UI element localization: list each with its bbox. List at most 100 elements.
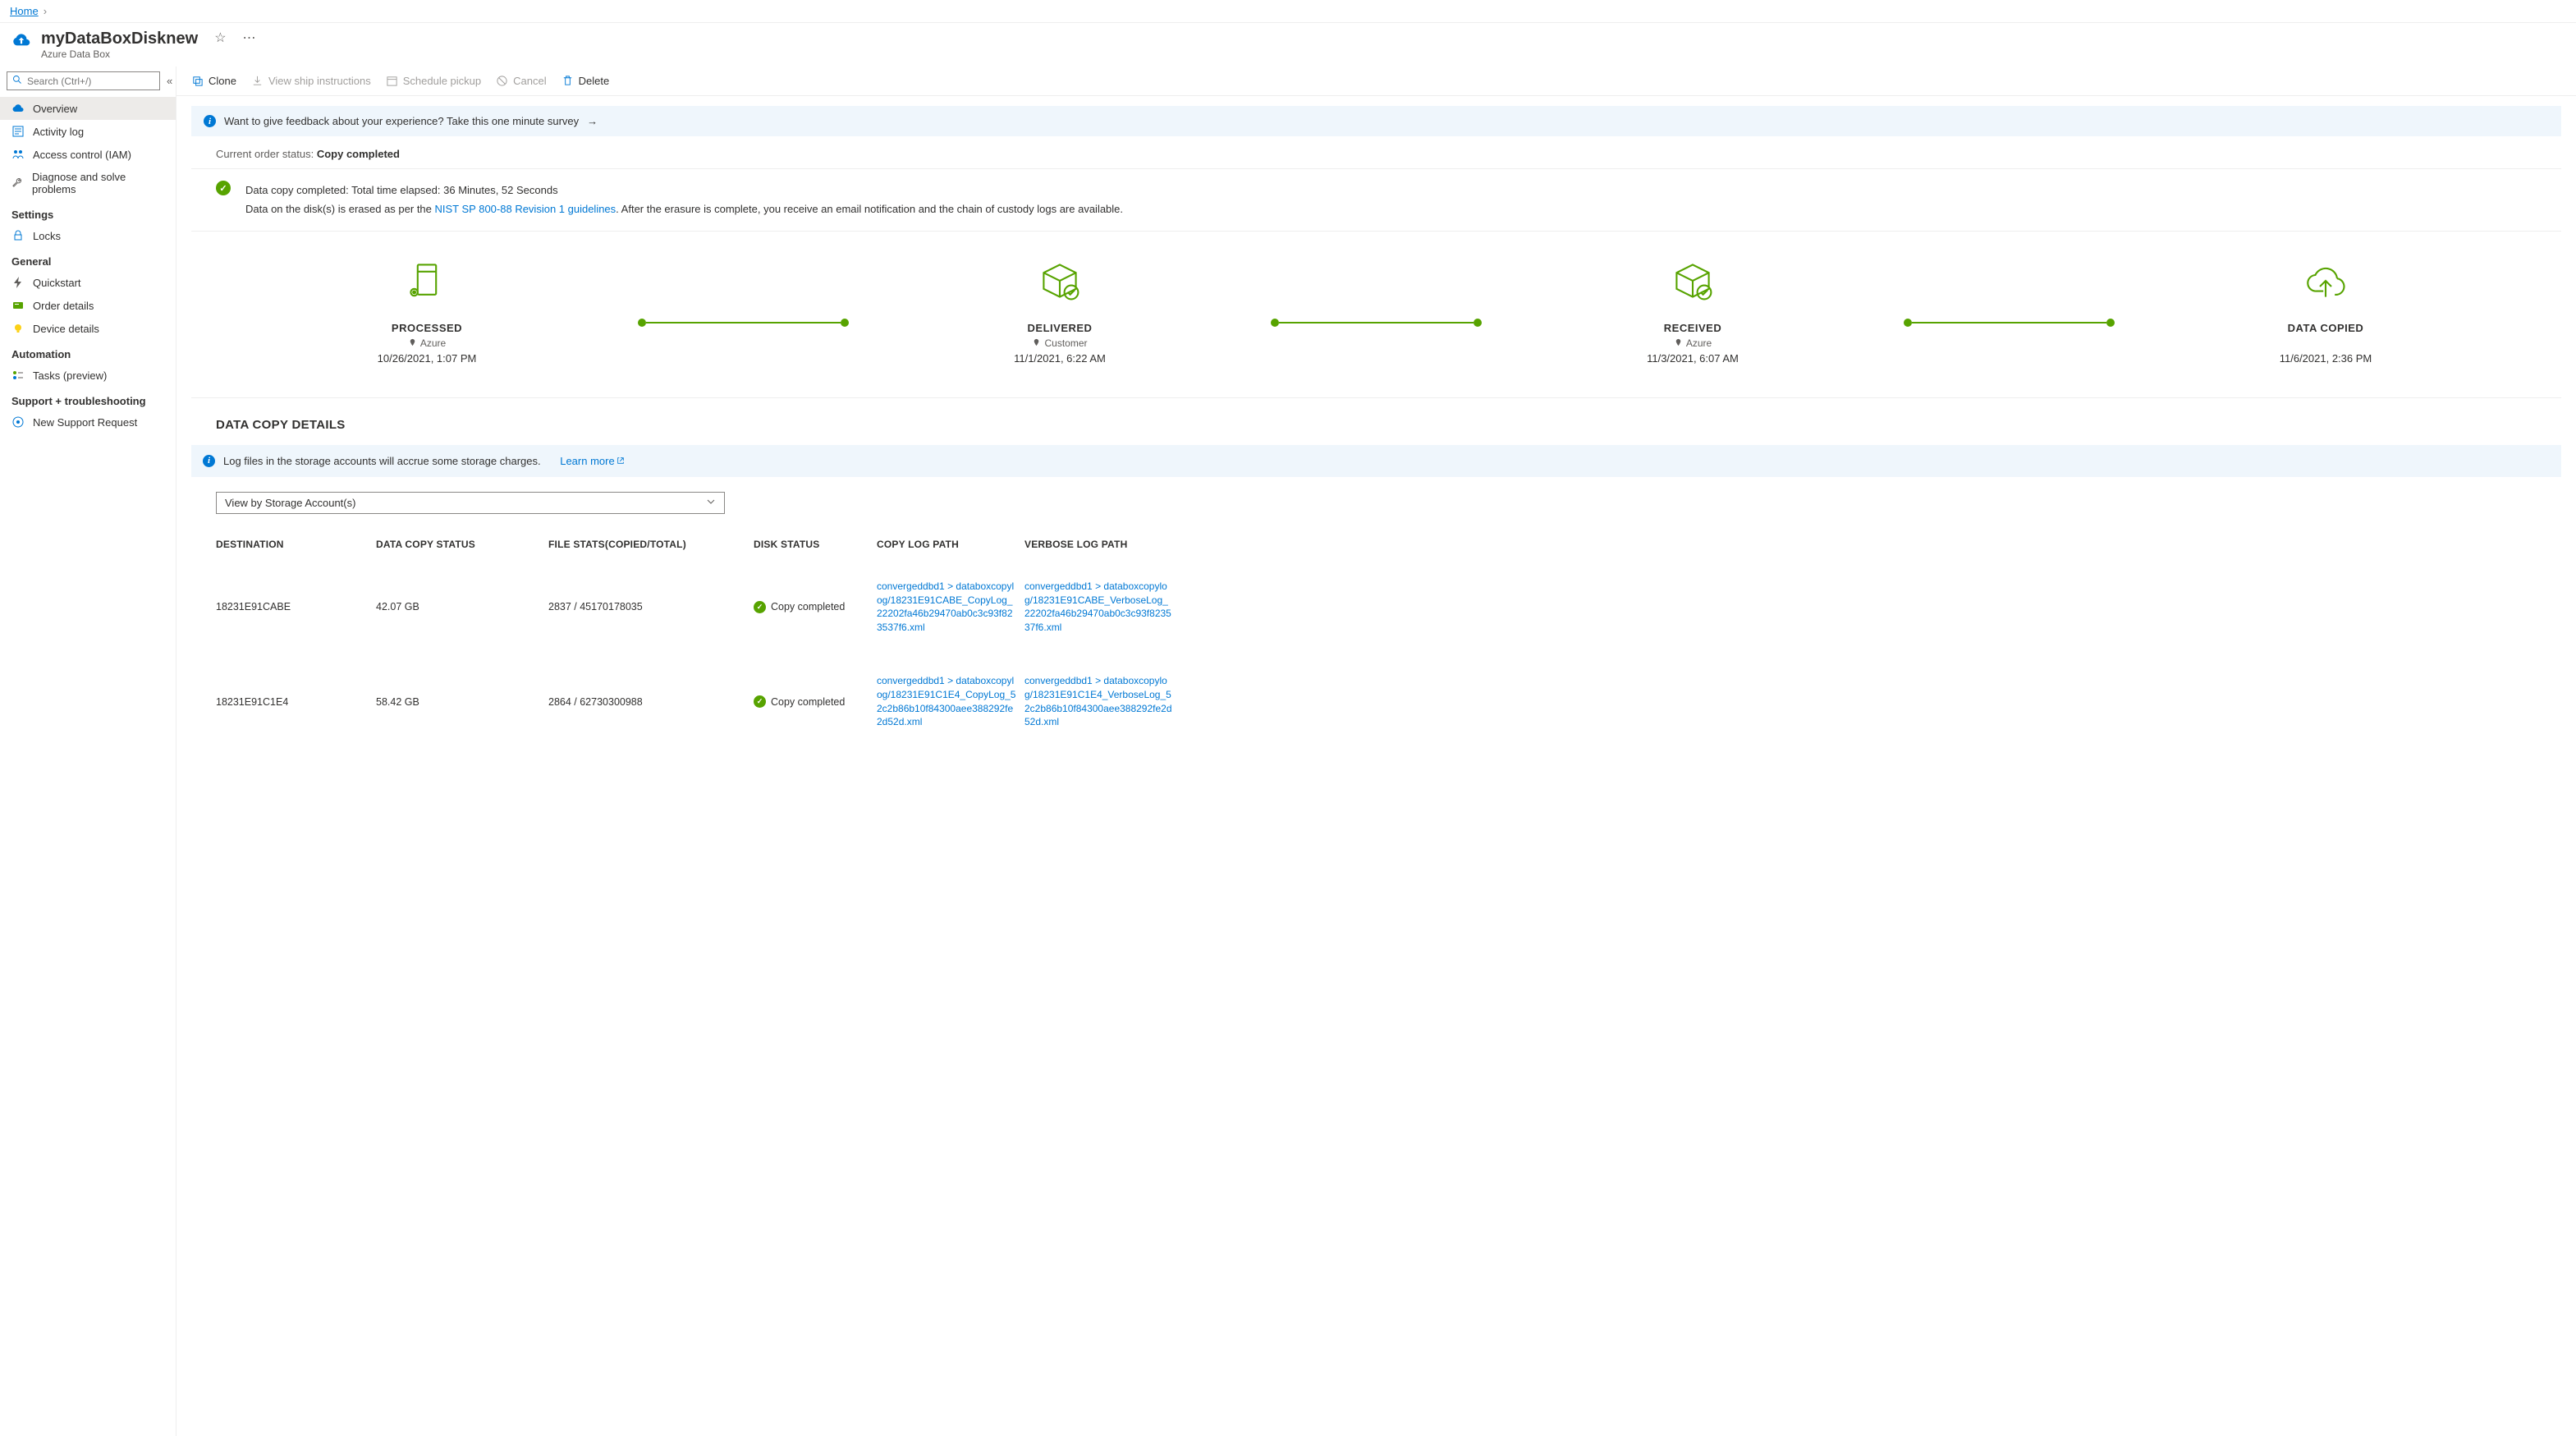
copy-log-link[interactable]: convergeddbd1 > databoxcopylog/18231E91C… (877, 674, 1016, 729)
stage-connector (1904, 281, 2115, 365)
nist-link[interactable]: NIST SP 800-88 Revision 1 guidelines (435, 203, 616, 215)
stage-copied: DATA COPIED 11/6/2021, 2:36 PM (2115, 256, 2537, 365)
search-input[interactable] (27, 76, 154, 87)
stage-received: RECEIVED Azure 11/3/2021, 6:07 AM (1482, 256, 1904, 365)
col-header-disk: DISK STATUS (754, 539, 877, 550)
sidebar-item-newsupport[interactable]: New Support Request (0, 411, 176, 434)
sidebar-item-tasks[interactable]: Tasks (preview) (0, 364, 176, 387)
stage-title: DELIVERED (849, 322, 1271, 334)
pin-icon (408, 338, 417, 347)
erasure-text: Data on the disk(s) is erased as per the… (245, 200, 1123, 218)
stage-location: Customer (1044, 337, 1087, 349)
chevron-right-icon: › (44, 5, 47, 17)
check-icon (754, 695, 766, 708)
stage-location: Azure (420, 337, 446, 349)
stage-title: DATA COPIED (2115, 322, 2537, 334)
sidebar-group-support: Support + troubleshooting (0, 387, 176, 411)
page-title: myDataBoxDisknew (41, 30, 198, 48)
search-box[interactable] (7, 71, 160, 90)
more-icon[interactable]: ⋯ (243, 30, 256, 46)
info-icon: i (204, 115, 216, 127)
page-header: myDataBoxDisknew Azure Data Box ☆ ⋯ (0, 23, 2576, 67)
sidebar-item-activity[interactable]: Activity log (0, 120, 176, 143)
wrench-icon (11, 177, 24, 190)
cell-disk-status: Copy completed (754, 695, 877, 708)
sidebar-item-quickstart[interactable]: Quickstart (0, 271, 176, 294)
sidebar-item-label: Activity log (33, 126, 84, 138)
schedule-pickup-button: Schedule pickup (386, 75, 481, 87)
databox-icon (10, 30, 33, 53)
sidebar-item-label: Tasks (preview) (33, 369, 107, 382)
pin-icon (1032, 338, 1041, 347)
sidebar-item-locks[interactable]: Locks (0, 224, 176, 247)
cell-file-stats: 2837 / 45170178035 (548, 601, 754, 612)
bolt-icon (11, 276, 25, 289)
status-label: Current order status: (216, 148, 317, 160)
delete-button[interactable]: Delete (561, 75, 610, 87)
stage-date: 11/3/2021, 6:07 AM (1482, 352, 1904, 365)
copy-elapsed-text: Data copy completed: Total time elapsed:… (245, 181, 1123, 200)
sidebar-item-devicedetails[interactable]: Device details (0, 317, 176, 340)
sidebar: « Overview Activity log Access control (… (0, 67, 176, 1436)
order-status: Current order status: Copy completed (191, 136, 2561, 169)
banner-text: Log files in the storage accounts will a… (223, 455, 541, 467)
sidebar-item-label: Access control (IAM) (33, 149, 131, 161)
support-icon (11, 415, 25, 429)
stage-delivered: DELIVERED Customer 11/1/2021, 6:22 AM (849, 256, 1271, 365)
page-subtitle: Azure Data Box (41, 48, 198, 60)
chevron-down-icon (706, 497, 716, 509)
favorite-star-icon[interactable]: ☆ (214, 30, 226, 46)
cancel-button: Cancel (496, 75, 546, 87)
ship-instructions-button: View ship instructions (251, 75, 371, 87)
verbose-log-link[interactable]: convergeddbd1 > databoxcopylog/18231E91C… (1024, 674, 1172, 729)
learn-more-link[interactable]: Learn more (560, 455, 624, 467)
log-icon (11, 125, 25, 138)
download-icon (251, 75, 264, 87)
clone-button[interactable]: Clone (191, 75, 236, 87)
external-link-icon (616, 456, 625, 465)
select-value: View by Storage Account(s) (225, 497, 355, 509)
box-check-icon (1668, 256, 1717, 305)
sidebar-item-label: Order details (33, 300, 94, 312)
copy-log-link[interactable]: convergeddbd1 > databoxcopylog/18231E91C… (877, 580, 1016, 635)
view-by-select[interactable]: View by Storage Account(s) (216, 492, 725, 514)
cell-copy-status: 42.07 GB (376, 601, 548, 612)
info-icon: i (203, 455, 215, 467)
sidebar-item-label: Locks (33, 230, 61, 242)
progress-stages: PROCESSED Azure 10/26/2021, 1:07 PM DELI… (191, 232, 2561, 398)
lock-icon (11, 229, 25, 242)
stage-title: RECEIVED (1482, 322, 1904, 334)
card-icon (11, 299, 25, 312)
feedback-text: Want to give feedback about your experie… (224, 115, 579, 127)
collapse-sidebar-icon[interactable]: « (165, 73, 174, 89)
sidebar-item-overview[interactable]: Overview (0, 97, 176, 120)
cell-copy-status: 58.42 GB (376, 696, 548, 708)
sidebar-item-diagnose[interactable]: Diagnose and solve problems (0, 166, 176, 200)
stage-date: 11/6/2021, 2:36 PM (2115, 352, 2537, 365)
storage-charges-banner: i Log files in the storage accounts will… (191, 445, 2561, 477)
arrow-right-icon: → (587, 115, 598, 127)
sidebar-item-label: New Support Request (33, 416, 137, 429)
stage-date: 11/1/2021, 6:22 AM (849, 352, 1271, 365)
sidebar-item-iam[interactable]: Access control (IAM) (0, 143, 176, 166)
cell-destination: 18231E91CABE (216, 601, 376, 612)
sidebar-item-label: Device details (33, 323, 99, 335)
breadcrumb-home[interactable]: Home (10, 5, 39, 17)
toolbar-label: Delete (579, 75, 610, 87)
details-heading: DATA COPY DETAILS (191, 398, 2561, 445)
toolbar-label: Clone (209, 75, 236, 87)
table-row: 18231E91C1E4 58.42 GB 2864 / 62730300988… (216, 654, 2537, 749)
feedback-banner[interactable]: i Want to give feedback about your exper… (191, 106, 2561, 136)
col-header-status: DATA COPY STATUS (376, 539, 548, 550)
toolbar-label: Schedule pickup (403, 75, 481, 87)
sidebar-group-settings: Settings (0, 200, 176, 224)
stage-location: Azure (1686, 337, 1712, 349)
verbose-log-link[interactable]: convergeddbd1 > databoxcopylog/18231E91C… (1024, 580, 1172, 635)
cell-destination: 18231E91C1E4 (216, 696, 376, 708)
cell-disk-status: Copy completed (754, 601, 877, 613)
sidebar-item-orderdetails[interactable]: Order details (0, 294, 176, 317)
stage-date: 10/26/2021, 1:07 PM (216, 352, 638, 365)
stage-processed: PROCESSED Azure 10/26/2021, 1:07 PM (216, 256, 638, 365)
copy-details-table: DESTINATION DATA COPY STATUS FILE STATS(… (191, 529, 2561, 749)
sidebar-group-general: General (0, 247, 176, 271)
